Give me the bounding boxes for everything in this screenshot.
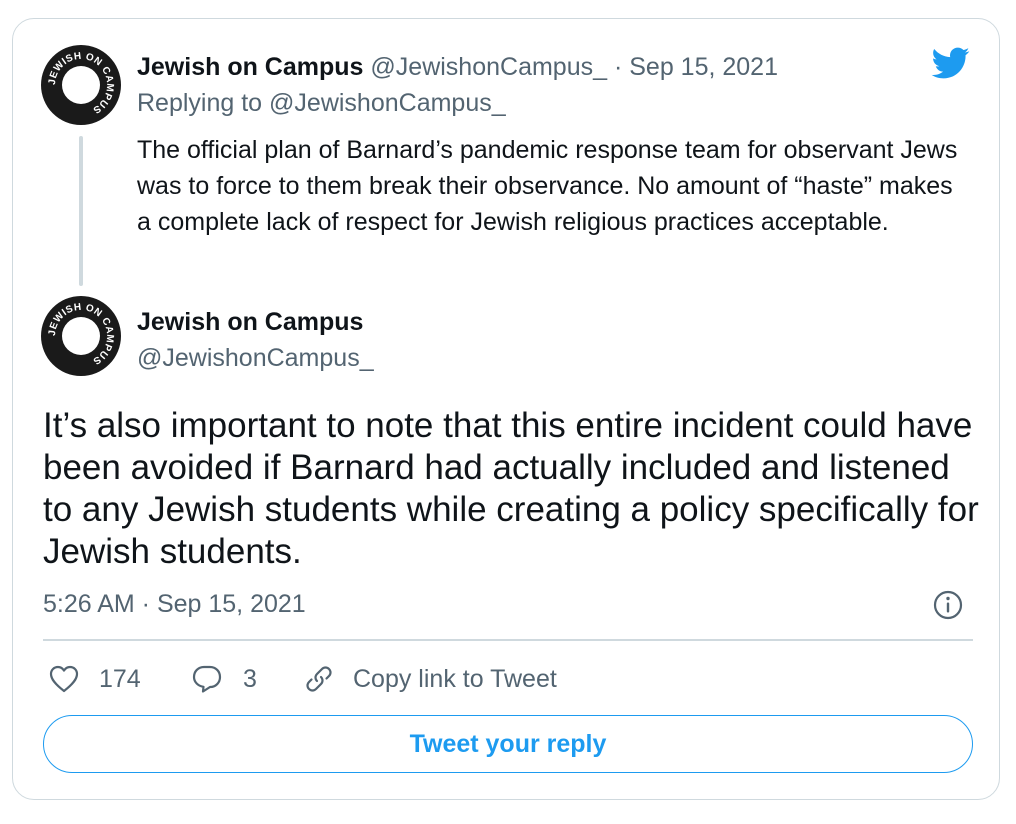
tweet-embed-card: JEWISH ON CAMPUS Jewish on Campus @Jewis… — [12, 18, 1000, 800]
replying-to-handle[interactable]: @JewishonCampus_ — [269, 89, 506, 117]
separator-dot: · — [613, 53, 623, 81]
speech-bubble-icon — [192, 665, 222, 693]
tweet-date[interactable]: Sep 15, 2021 — [629, 53, 778, 81]
tweet-your-reply-button[interactable]: Tweet your reply — [43, 715, 973, 773]
author-handle[interactable]: @JewishonCampus_ — [370, 53, 607, 81]
author-name[interactable]: Jewish on Campus — [137, 53, 363, 81]
copy-link-label: Copy link to Tweet — [353, 664, 557, 693]
thread-line — [79, 136, 83, 286]
author-name[interactable]: Jewish on Campus — [137, 305, 363, 339]
author-handle[interactable]: @JewishonCampus_ — [137, 341, 374, 375]
tweet-timestamp[interactable]: 5:26 AM · Sep 15, 2021 — [43, 587, 306, 621]
like-button[interactable]: 174 — [49, 659, 141, 699]
like-count: 174 — [99, 664, 141, 693]
heart-icon — [49, 665, 79, 693]
twitter-bird-icon[interactable] — [927, 43, 973, 83]
avatar[interactable]: JEWISH ON CAMPUS — [40, 295, 122, 377]
reply-action-button[interactable]: 3 — [191, 659, 257, 699]
replying-to: Replying to @JewishonCampus_ — [137, 86, 506, 120]
main-tweet-text: It’s also important to note that this en… — [43, 406, 979, 571]
parent-tweet-header: Jewish on Campus @JewishonCampus_ · Sep … — [137, 50, 778, 84]
link-icon — [306, 666, 332, 692]
replying-to-label: Replying to — [137, 89, 263, 117]
copy-link-button[interactable]: Copy link to Tweet — [303, 659, 557, 699]
parent-tweet-text: The official plan of Barnard’s pandemic … — [137, 136, 958, 236]
divider — [43, 639, 973, 641]
avatar[interactable]: JEWISH ON CAMPUS — [40, 44, 122, 126]
reply-count: 3 — [243, 664, 257, 693]
info-icon[interactable] — [932, 589, 964, 621]
